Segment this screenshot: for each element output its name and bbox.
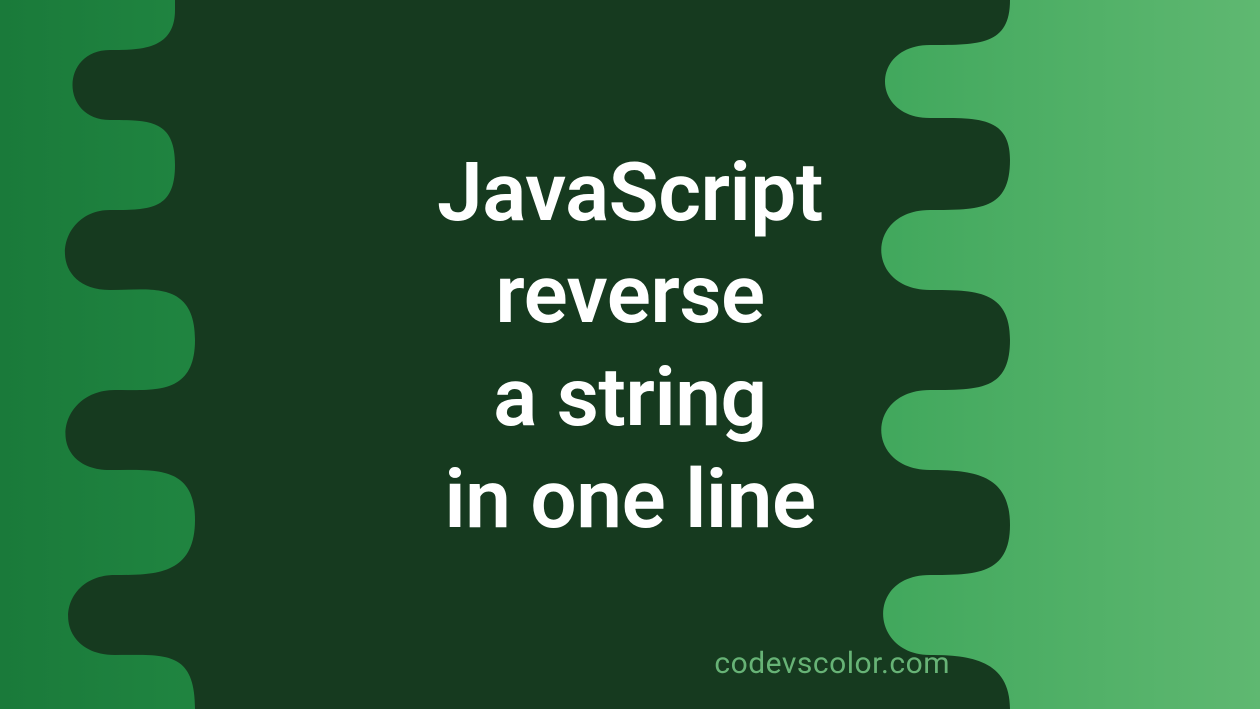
title-container: JavaScript reverse a string in one line <box>437 141 823 551</box>
title-line-3: a string <box>437 346 823 449</box>
title-line-4: in one line <box>437 449 823 552</box>
title-line-2: reverse <box>437 244 823 346</box>
title-line-1: JavaScript <box>437 141 823 244</box>
banner-title: JavaScript reverse a string in one line <box>437 141 823 551</box>
banner-canvas: JavaScript reverse a string in one line … <box>0 0 1260 709</box>
watermark-text: codevscolor.com <box>714 646 950 681</box>
